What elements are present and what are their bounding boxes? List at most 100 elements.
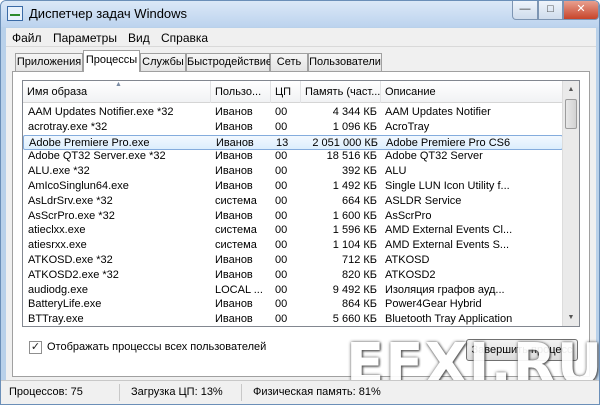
column-description[interactable]: Описание xyxy=(381,81,563,103)
table-row[interactable]: AsLdrSrv.exe *32 система 00 664 КБ ASLDR Ser… xyxy=(23,194,563,209)
table-row[interactable]: AsScrPro.exe *32 Иванов 00 1 600 КБ AsScrPro xyxy=(23,209,563,224)
menu-view[interactable]: Вид xyxy=(128,31,150,45)
cell-cpu: 00 xyxy=(275,120,288,133)
menu-options[interactable]: Параметры xyxy=(53,31,117,45)
vertical-scrollbar[interactable]: ▲ ▼ xyxy=(562,81,579,326)
cell-user: LOCAL ... xyxy=(215,283,263,296)
tab-processes[interactable]: Процессы xyxy=(83,50,140,72)
cell-memory: 664 КБ xyxy=(341,194,377,207)
cell-memory: 1 596 КБ xyxy=(332,224,377,237)
cell-cpu: 00 xyxy=(275,283,288,296)
cell-user: Иванов xyxy=(215,165,253,178)
maximize-button[interactable]: □ xyxy=(538,1,563,20)
cell-image-name: AsLdrSrv.exe *32 xyxy=(28,194,113,207)
cell-description: AAM Updates Notifier xyxy=(385,106,491,118)
window-title: Диспетчер задач Windows xyxy=(29,6,188,21)
cell-cpu: 00 xyxy=(275,194,288,207)
cell-image-name: Adobe Premiere Pro.exe xyxy=(29,136,150,149)
cell-user: система xyxy=(215,224,257,237)
cell-memory: 5 660 КБ xyxy=(332,313,377,326)
cell-image-name: audiodg.exe xyxy=(28,283,88,296)
column-cpu[interactable]: ЦП xyxy=(271,81,301,103)
title-bar[interactable]: Диспетчер задач Windows — □ ✕ xyxy=(1,1,599,27)
scrollbar-thumb[interactable] xyxy=(565,99,577,129)
cell-description: Power4Gear Hybrid xyxy=(385,298,482,311)
cell-image-name: ATKOSD2.exe *32 xyxy=(28,268,119,281)
scroll-up-arrow-icon[interactable]: ▲ xyxy=(563,81,579,98)
cell-cpu: 00 xyxy=(275,298,288,311)
menu-bar: Файл Параметры Вид Справка xyxy=(6,28,596,47)
status-cpu-load: Загрузка ЦП: 13% xyxy=(128,384,242,401)
close-button[interactable]: ✕ xyxy=(563,1,599,20)
tab-performance[interactable]: Быстродействие xyxy=(186,53,272,71)
tab-network[interactable]: Сеть xyxy=(270,53,308,71)
tab-applications[interactable]: Приложения xyxy=(15,53,83,71)
column-image-name[interactable]: ▲ Имя образа xyxy=(23,81,211,103)
table-row[interactable]: BatteryLife.exe Иванов 00 864 КБ Power4Gear … xyxy=(23,297,563,312)
scroll-down-arrow-icon[interactable]: ▼ xyxy=(563,309,579,326)
cell-description: AsScrPro xyxy=(385,209,432,222)
cell-memory: 820 КБ xyxy=(341,268,377,281)
cell-user: Иванов xyxy=(215,313,253,326)
table-row[interactable]: AmIcoSinglun64.exe Иванов 00 1 492 КБ Single… xyxy=(23,179,563,194)
cell-description: AMD External Events Cl... xyxy=(385,224,513,237)
cell-description: ALU xyxy=(385,165,407,178)
cell-image-name: atieclxx.exe xyxy=(28,224,86,237)
cell-description: Adobe Premiere Pro CS6 xyxy=(386,136,511,149)
cell-user: Иванов xyxy=(215,254,253,266)
cell-user: Иванов xyxy=(216,136,254,149)
menu-help[interactable]: Справка xyxy=(161,31,208,45)
menu-file[interactable]: Файл xyxy=(12,31,42,45)
show-all-users-checkbox[interactable]: ✓ xyxy=(29,341,42,354)
status-physical-memory: Физическая память: 81% xyxy=(253,386,381,398)
table-row[interactable]: ATKOSD2.exe *32 Иванов 00 820 КБ ATKOSD2 xyxy=(23,268,563,283)
tab-services[interactable]: Службы xyxy=(140,53,186,71)
table-row[interactable]: acrotray.exe *32 Иванов 00 1 096 КБ AcroTray xyxy=(23,120,563,135)
cell-user: Иванов xyxy=(215,209,253,222)
cell-cpu: 00 xyxy=(275,268,288,281)
table-row[interactable]: atieclxx.exe система 00 1 596 КБ AMD Externa… xyxy=(23,223,563,238)
cell-user: система xyxy=(215,194,257,207)
cell-image-name: BatteryLife.exe xyxy=(28,298,102,311)
table-row[interactable]: AAM Updates Notifier.exe *32 Иванов 00 4 34… xyxy=(23,105,563,120)
cell-description: ATKOSD2 xyxy=(385,268,436,281)
cell-user: Иванов xyxy=(215,120,253,133)
cell-description: Adobe QT32 Server xyxy=(385,150,483,163)
cell-cpu: 00 xyxy=(275,165,288,178)
process-list[interactable]: ▲ Имя образа Пользо... ЦП Память (част..… xyxy=(22,80,580,327)
table-row[interactable]: BTTray.exe Иванов 00 5 660 КБ Bluetooth Tray… xyxy=(23,312,563,326)
column-user[interactable]: Пользо... xyxy=(211,81,271,103)
task-manager-window: Диспетчер задач Windows — □ ✕ Файл Парам… xyxy=(0,0,600,405)
tab-users[interactable]: Пользователи xyxy=(308,53,382,71)
table-row[interactable]: ATKOSD.exe *32 Иванов 00 712 КБ ATKOSD xyxy=(23,253,563,268)
minimize-button[interactable]: — xyxy=(512,1,538,20)
cell-image-name: AAM Updates Notifier.exe *32 xyxy=(28,106,174,118)
cell-description: Single LUN Icon Utility f... xyxy=(385,180,510,192)
show-all-users-label[interactable]: Отображать процессы всех пользователей xyxy=(47,341,266,353)
cell-user: Иванов xyxy=(215,150,253,163)
cell-image-name: Adobe QT32 Server.exe *32 xyxy=(28,150,166,163)
table-row[interactable]: ALU.exe *32 Иванов 00 392 КБ ALU xyxy=(23,164,563,179)
cell-memory: 392 КБ xyxy=(341,165,377,178)
cell-cpu: 00 xyxy=(275,180,288,192)
column-header-row: ▲ Имя образа Пользо... ЦП Память (част..… xyxy=(23,81,563,103)
cell-cpu: 00 xyxy=(275,239,288,252)
table-row[interactable]: atiesrxx.exe система 00 1 104 КБ AMD Externa… xyxy=(23,238,563,253)
main-area: Приложения Процессы Службы Быстродействи… xyxy=(6,47,599,393)
cell-memory: 864 КБ xyxy=(341,298,377,311)
status-bar: Процессов: 75 Загрузка ЦП: 13% Физическа… xyxy=(1,380,599,404)
table-row[interactable]: Adobe QT32 Server.exe *32 Иванов 00 18 516 … xyxy=(23,149,563,164)
cell-description: Изоляция графов ауд... xyxy=(385,283,505,296)
cell-image-name: ATKOSD.exe *32 xyxy=(28,254,113,266)
cell-cpu: 00 xyxy=(275,209,288,222)
cell-image-name: atiesrxx.exe xyxy=(28,239,87,252)
cell-description: ATKOSD xyxy=(385,254,430,266)
cell-memory: 1 096 КБ xyxy=(332,120,377,133)
table-row[interactable]: Adobe Premiere Pro.exe Иванов 13 2 051 000 … xyxy=(23,134,563,150)
table-row[interactable]: audiodg.exe LOCAL ... 00 9 492 КБ Изоляция г… xyxy=(23,283,563,298)
cell-memory: 18 516 КБ xyxy=(326,150,377,163)
cell-cpu: 00 xyxy=(275,313,288,326)
cell-memory: 2 051 000 КБ xyxy=(312,136,378,149)
column-memory[interactable]: Память (част... xyxy=(301,81,381,103)
cell-user: Иванов xyxy=(215,268,253,281)
